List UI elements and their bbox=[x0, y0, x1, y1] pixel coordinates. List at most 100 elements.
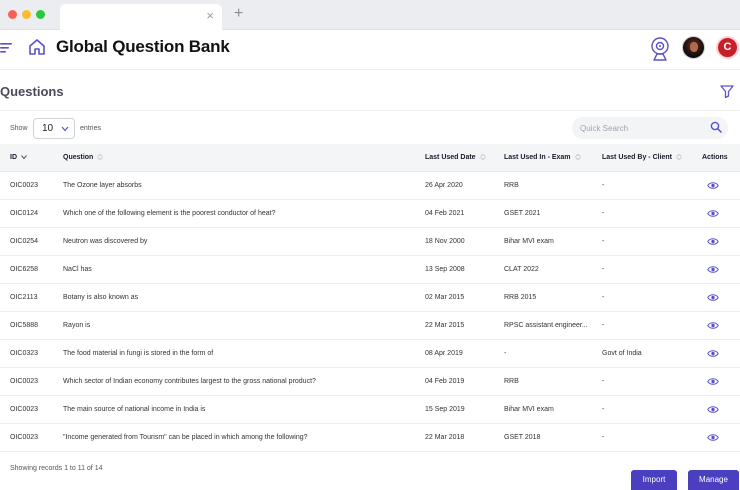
sort-icon bbox=[479, 154, 486, 160]
webcam-icon[interactable] bbox=[648, 35, 672, 63]
maximize-window-button[interactable] bbox=[36, 10, 45, 19]
brand-logo[interactable]: C bbox=[716, 36, 739, 59]
sort-icon bbox=[574, 154, 581, 160]
column-header-last-used-date[interactable]: Last Used Date bbox=[425, 154, 486, 161]
app-header: Global Question Bank C bbox=[0, 30, 740, 70]
cell-id: OIC0023 bbox=[10, 434, 39, 441]
cell-last-used-date: 13 Sep 2008 bbox=[425, 266, 465, 273]
cell-last-used-client: - bbox=[602, 182, 605, 189]
entries-select[interactable]: 10 bbox=[33, 118, 75, 139]
column-header-question[interactable]: Question bbox=[63, 154, 104, 161]
cell-id: OIC0023 bbox=[10, 378, 39, 385]
view-eye-icon[interactable] bbox=[707, 321, 719, 330]
cell-last-used-exam: RRB bbox=[504, 378, 519, 385]
view-eye-icon[interactable] bbox=[707, 405, 719, 414]
browser-tab[interactable]: × bbox=[60, 4, 222, 30]
column-header-last-used-exam[interactable]: Last Used In - Exam bbox=[504, 154, 581, 161]
import-button[interactable]: Import bbox=[631, 470, 677, 490]
entries-label: entries bbox=[80, 125, 102, 132]
view-eye-icon[interactable] bbox=[707, 349, 719, 358]
cell-last-used-exam: - bbox=[504, 350, 507, 357]
column-header-label: Last Used By - Client bbox=[602, 154, 673, 161]
cell-last-used-date: 22 Mar 2015 bbox=[425, 322, 465, 329]
column-header-label: Last Used In - Exam bbox=[504, 154, 571, 161]
view-eye-icon[interactable] bbox=[707, 209, 719, 218]
sort-icon bbox=[21, 155, 27, 160]
questions-table: ID Question Last Used Date Last Used In … bbox=[0, 144, 740, 452]
pagination-info: Showing records 1 to 11 of 14 bbox=[10, 465, 103, 472]
view-eye-icon[interactable] bbox=[707, 181, 719, 190]
table-row: OIC0023 The main source of national incom… bbox=[0, 396, 740, 424]
home-icon[interactable] bbox=[27, 37, 47, 57]
cell-last-used-date: 18 Nov 2000 bbox=[425, 238, 465, 245]
section-title: Questions bbox=[0, 84, 64, 99]
cell-last-used-client: - bbox=[602, 434, 605, 441]
cell-question: The Ozone layer absorbs bbox=[63, 182, 142, 189]
cell-question: Which sector of Indian economy contribut… bbox=[63, 378, 316, 385]
search-icon[interactable] bbox=[710, 121, 722, 133]
table-row: OIC0023 "Income generated from Tourism" c… bbox=[0, 424, 740, 452]
cell-question: Which one of the following element is th… bbox=[63, 210, 276, 217]
cell-question: Rayon is bbox=[63, 322, 91, 329]
cell-last-used-date: 15 Sep 2019 bbox=[425, 406, 465, 413]
search-input[interactable] bbox=[580, 120, 700, 136]
sort-icon bbox=[676, 154, 682, 160]
table-row: OIC5888 Rayon is 22 Mar 2015 RPSC assistant… bbox=[0, 312, 740, 340]
cell-last-used-date: 04 Feb 2021 bbox=[425, 210, 465, 217]
cell-last-used-client: Govt of India bbox=[602, 350, 642, 357]
user-avatar[interactable] bbox=[682, 36, 705, 59]
cell-question: Neutron was discovered by bbox=[63, 238, 148, 245]
cell-last-used-exam: RPSC assistant engineer... bbox=[504, 322, 588, 329]
table-row: OIC0023 Which sector of Indian economy co… bbox=[0, 368, 740, 396]
table-row: OIC0323 The food material in fungi is sto… bbox=[0, 340, 740, 368]
table-row: OIC0023 The Ozone layer absorbs 26 Apr 202… bbox=[0, 172, 740, 200]
column-header-id[interactable]: ID bbox=[10, 154, 27, 161]
view-eye-icon[interactable] bbox=[707, 377, 719, 386]
cell-last-used-date: 02 Mar 2015 bbox=[425, 294, 465, 301]
tab-close-icon[interactable]: × bbox=[206, 9, 214, 23]
manage-button[interactable]: Manage bbox=[688, 470, 739, 490]
cell-question: "Income generated from Tourism" can be p… bbox=[63, 434, 308, 441]
cell-id: OIC0023 bbox=[10, 182, 39, 189]
table-row: OIC0254 Neutron was discovered by 18 Nov 2… bbox=[0, 228, 740, 256]
cell-id: OIC6258 bbox=[10, 266, 39, 273]
cell-last-used-client: - bbox=[602, 238, 605, 245]
cell-last-used-client: - bbox=[602, 322, 605, 329]
cell-last-used-client: - bbox=[602, 266, 605, 273]
view-eye-icon[interactable] bbox=[707, 433, 719, 442]
view-eye-icon[interactable] bbox=[707, 237, 719, 246]
cell-last-used-client: - bbox=[602, 210, 605, 217]
column-header-actions: Actions bbox=[702, 154, 728, 161]
cell-id: OIC0323 bbox=[10, 350, 39, 357]
menu-icon[interactable] bbox=[0, 41, 14, 55]
column-header-label: Question bbox=[63, 154, 94, 161]
cell-id: OIC0023 bbox=[10, 406, 39, 413]
cell-question: Botany is also known as bbox=[63, 294, 139, 301]
filter-icon[interactable] bbox=[714, 80, 740, 102]
new-tab-icon[interactable]: + bbox=[234, 6, 243, 22]
cell-last-used-exam: Bihar MVI exam bbox=[504, 406, 554, 413]
cell-last-used-exam: Bihar MVI exam bbox=[504, 238, 554, 245]
cell-question: The main source of national income in In… bbox=[63, 406, 206, 413]
column-header-label: ID bbox=[10, 154, 17, 161]
cell-last-used-exam: GSET 2018 bbox=[504, 434, 541, 441]
table-body: OIC0023 The Ozone layer absorbs 26 Apr 202… bbox=[0, 172, 740, 452]
column-header-last-used-client[interactable]: Last Used By - Client bbox=[602, 154, 682, 161]
cell-last-used-date: 04 Feb 2019 bbox=[425, 378, 465, 385]
app-window: × + Global Question Bank C Questions Sho bbox=[0, 0, 740, 490]
cell-last-used-client: - bbox=[602, 294, 605, 301]
view-eye-icon[interactable] bbox=[707, 265, 719, 274]
cell-question: NaCl has bbox=[63, 266, 92, 273]
view-eye-icon[interactable] bbox=[707, 293, 719, 302]
cell-last-used-exam: RRB 2015 bbox=[504, 294, 537, 301]
cell-last-used-date: 26 Apr 2020 bbox=[425, 182, 463, 189]
cell-last-used-client: - bbox=[602, 378, 605, 385]
cell-id: OIC0124 bbox=[10, 210, 39, 217]
page-title: Global Question Bank bbox=[56, 37, 230, 56]
cell-id: OIC0254 bbox=[10, 238, 39, 245]
browser-chrome: × + bbox=[0, 0, 740, 30]
minimize-window-button[interactable] bbox=[22, 10, 31, 19]
cell-id: OIC2113 bbox=[10, 294, 38, 301]
avatar-face bbox=[690, 42, 698, 52]
close-window-button[interactable] bbox=[8, 10, 17, 19]
